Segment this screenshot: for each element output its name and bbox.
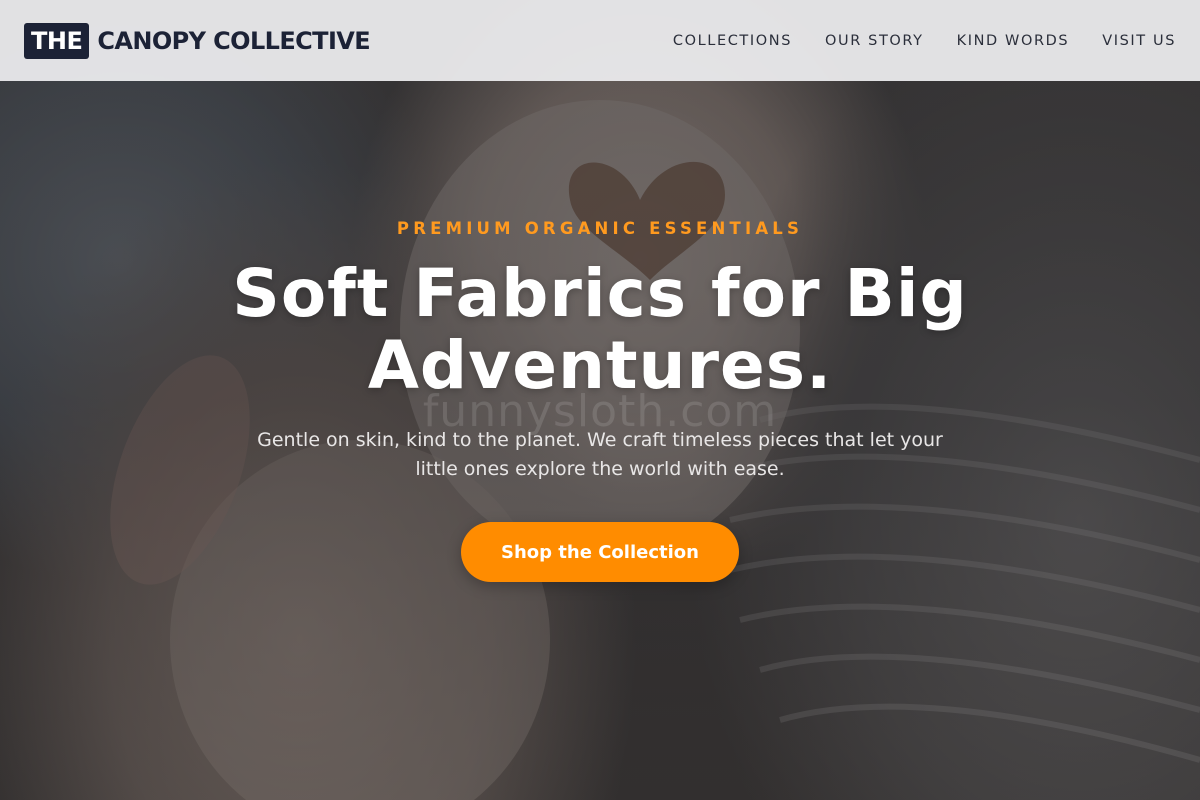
nav-link-kind-words[interactable]: KIND WORDS — [957, 33, 1070, 49]
hero-headline-line1: Soft Fabrics for Big — [232, 255, 968, 332]
brand-logo[interactable]: THE CANOPY COLLECTIVE — [24, 22, 371, 59]
top-navbar: THE CANOPY COLLECTIVE COLLECTIONS OUR ST… — [0, 0, 1200, 81]
main-nav: COLLECTIONS OUR STORY KIND WORDS VISIT U… — [673, 33, 1176, 49]
hero-content: PREMIUM ORGANIC ESSENTIALS Soft Fabrics … — [0, 0, 1200, 800]
logo-box: THE — [24, 22, 90, 59]
nav-link-visit-us[interactable]: VISIT US — [1102, 33, 1176, 49]
nav-link-our-story[interactable]: OUR STORY — [825, 33, 924, 49]
hero-section: PREMIUM ORGANIC ESSENTIALS Soft Fabrics … — [0, 0, 1200, 800]
hero-eyebrow: PREMIUM ORGANIC ESSENTIALS — [396, 219, 804, 238]
nav-link-collections[interactable]: COLLECTIONS — [673, 33, 792, 49]
shop-collection-button[interactable]: Shop the Collection — [461, 522, 739, 582]
hero-subtext: Gentle on skin, kind to the planet. We c… — [257, 429, 943, 480]
logo-text: CANOPY COLLECTIVE — [97, 26, 371, 55]
hero-headline: Soft Fabrics for Big Adventures. — [150, 258, 1050, 402]
